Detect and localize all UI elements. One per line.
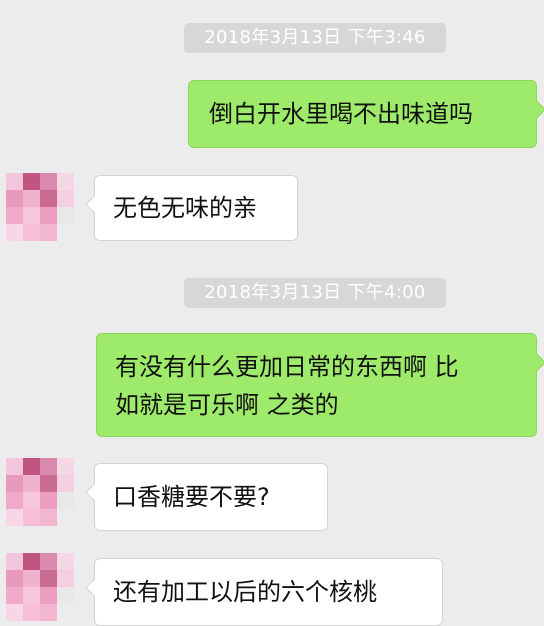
- timestamp-1: 2018年3月13日 下午3:46: [184, 23, 446, 53]
- message-sent-2[interactable]: 有没有什么更加日常的东西啊 比 如就是可乐啊 之类的: [96, 333, 544, 437]
- message-text: 无色无味的亲: [113, 194, 257, 222]
- message-received-2[interactable]: 口香糖要不要?: [85, 463, 328, 531]
- timestamp-2: 2018年3月13日 下午4:00: [184, 278, 446, 308]
- bubble-tail: [85, 195, 104, 214]
- message-text: 口香糖要不要?: [113, 483, 270, 511]
- message-received-3[interactable]: 还有加工以后的六个核桃: [85, 558, 443, 626]
- avatar[interactable]: [6, 553, 74, 621]
- avatar[interactable]: [6, 458, 74, 526]
- avatar[interactable]: [6, 173, 74, 241]
- bubble-tail: [85, 483, 104, 502]
- message-received-1[interactable]: 无色无味的亲: [85, 175, 298, 241]
- message-text-line-2: 如就是可乐啊 之类的: [115, 391, 339, 419]
- message-text: 倒白开水里喝不出味道吗: [209, 100, 473, 128]
- message-text: 还有加工以后的六个核桃: [113, 578, 377, 606]
- message-sent-1[interactable]: 倒白开水里喝不出味道吗: [188, 80, 544, 148]
- bubble-tail: [85, 578, 104, 597]
- message-text-line-1: 有没有什么更加日常的东西啊 比: [115, 353, 459, 381]
